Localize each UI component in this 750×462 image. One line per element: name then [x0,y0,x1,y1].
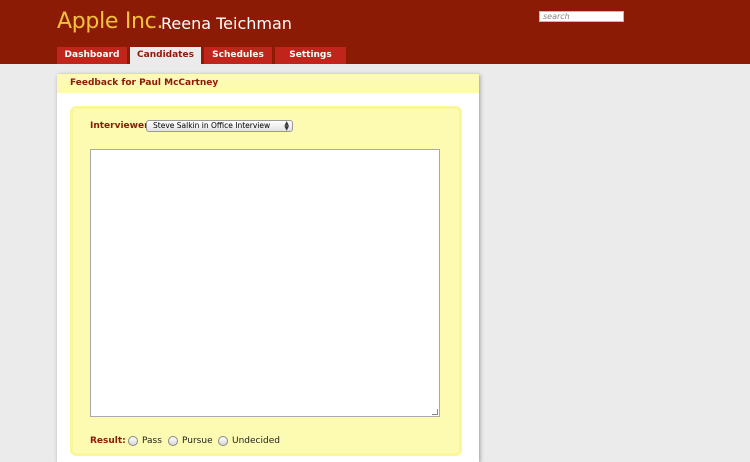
tab-schedules[interactable]: Schedules [204,47,272,64]
radio-pursue[interactable] [168,436,178,446]
radio-pass-label[interactable]: Pass [142,436,162,446]
interviewer-select-value: Steve Salkin in Office Interview [153,121,271,130]
radio-pursue-label[interactable]: Pursue [182,436,213,446]
tab-settings[interactable]: Settings [275,47,346,64]
company-name: Apple Inc. [57,9,164,34]
radio-pass[interactable] [128,436,138,446]
search-input[interactable]: search [539,11,624,22]
user-name: Reena Teichman [161,14,292,33]
feedback-form: Interviewer Steve Salkin in Office Inter… [70,106,462,456]
tab-dashboard[interactable]: Dashboard [57,47,127,64]
radio-undecided[interactable] [218,436,228,446]
feedback-textarea[interactable] [90,149,440,417]
interviewer-select[interactable]: Steve Salkin in Office Interview ▲ ▼ [146,120,293,132]
feedback-panel: Feedback for Paul McCartney Interviewer … [57,74,479,462]
result-label: Result: [90,436,126,446]
tab-candidates[interactable]: Candidates [130,47,201,64]
select-arrows-icon: ▲ ▼ [284,120,289,132]
resize-handle-icon[interactable] [432,409,438,415]
radio-undecided-label[interactable]: Undecided [232,436,280,446]
panel-title: Feedback for Paul McCartney [57,74,479,93]
interviewer-label: Interviewer [90,121,149,131]
